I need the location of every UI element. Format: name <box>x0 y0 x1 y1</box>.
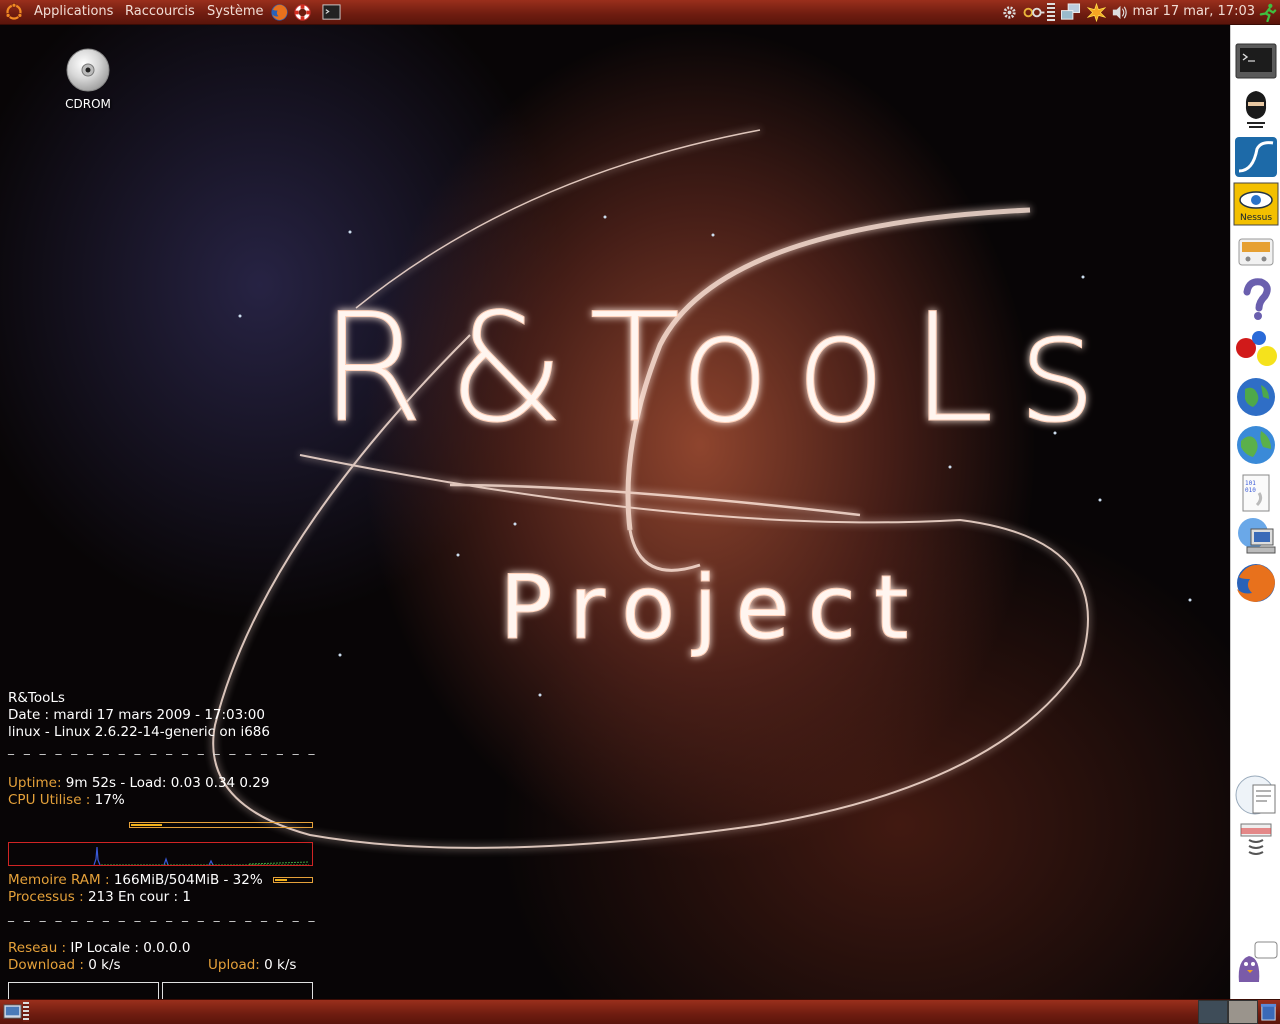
download-graph <box>8 982 159 999</box>
uptime-value: 9m 52s - Load: 0.03 0.34 0.29 <box>65 775 270 791</box>
globe-icon[interactable] <box>1233 423 1279 467</box>
running-man-icon[interactable] <box>1258 3 1277 22</box>
ram-bar <box>273 877 313 883</box>
volume-icon[interactable] <box>1110 3 1129 22</box>
conky-title: R&TooLs <box>8 690 65 706</box>
ubuntu-logo-icon[interactable] <box>5 3 23 21</box>
cd-icon[interactable] <box>62 47 114 93</box>
firefox-icon[interactable] <box>270 3 289 22</box>
ram-value: 166MiB/504MiB - 32% <box>113 872 263 888</box>
cpu-bar <box>129 822 313 828</box>
question-mark-icon[interactable] <box>1233 278 1279 322</box>
conky-network: Reseau : IP Locale : 0.0.0.0 <box>8 940 190 957</box>
conky-separator-2: _ _ _ _ _ _ _ _ _ _ _ _ _ _ _ _ _ _ _ _ <box>8 908 318 922</box>
upload-graph <box>162 982 313 999</box>
net-ip: IP Locale : 0.0.0.0 <box>70 940 191 956</box>
top-panel: Applications Raccourcis Système mar 17 m… <box>0 0 1280 25</box>
conky-separator: _ _ _ _ _ _ _ _ _ _ _ _ _ _ _ _ _ _ _ _ <box>8 741 318 755</box>
nessus-eye-icon[interactable]: Nessus <box>1233 182 1279 226</box>
terminal-icon[interactable] <box>322 3 341 22</box>
download-label: Download : <box>8 957 84 973</box>
conky-uptime: Uptime: 9m 52s - Load: 0.03 0.34 0.29 <box>8 775 269 792</box>
network-computer-icon[interactable] <box>1233 515 1279 559</box>
globe-network-icon[interactable] <box>1233 375 1279 419</box>
conky-date: Date : mardi 17 mars 2009 - 17:03:00 <box>8 707 265 723</box>
proc-label: Processus : <box>8 889 84 905</box>
ram-label: Memoire RAM : <box>8 872 110 888</box>
terminal-icon[interactable] <box>1233 40 1279 84</box>
trash-icon[interactable] <box>1259 1002 1278 1021</box>
binary-document-icon[interactable]: 101 010 <box>1233 471 1279 515</box>
svg-text:101: 101 <box>1245 480 1256 487</box>
conky-processes: Processus : 213 En cour : 1 <box>8 889 191 906</box>
printer-network-icon[interactable] <box>1233 820 1279 864</box>
network-monitor-icon[interactable] <box>1060 3 1082 22</box>
panel-handle[interactable] <box>23 1002 29 1022</box>
show-desktop-icon[interactable] <box>3 1002 22 1021</box>
help-lifebuoy-icon[interactable] <box>293 3 312 22</box>
colored-balls-icon[interactable] <box>1233 328 1279 372</box>
menu-applications[interactable]: Applications <box>34 4 113 19</box>
clock[interactable]: mar 17 mar, 17:03 <box>1133 4 1255 19</box>
right-dock-panel: Nessus 101 010 <box>1230 25 1280 999</box>
conky-download: Download : 0 k/s <box>8 957 121 974</box>
conky-kernel: linux - Linux 2.6.22-14-generic on i686 <box>8 724 270 740</box>
panel-separator-handle[interactable] <box>1047 3 1055 22</box>
menu-raccourcis[interactable]: Raccourcis <box>125 4 195 19</box>
update-notifier-icon[interactable] <box>1087 3 1106 22</box>
workspace-2[interactable] <box>1228 1000 1258 1024</box>
keys-icon[interactable] <box>1022 3 1046 22</box>
download-value: 0 k/s <box>88 957 121 973</box>
wallpaper-subtitle: Project <box>499 556 926 659</box>
pidgin-chat-icon[interactable] <box>1233 940 1279 984</box>
cpu-label: CPU Utilise : <box>8 792 91 808</box>
workspace-1[interactable] <box>1198 1000 1228 1024</box>
menu-systeme[interactable]: Système <box>207 4 263 19</box>
desktop[interactable]: R&TooLs Project CDROM R&TooLs Date : mar… <box>0 25 1230 999</box>
proc-value: 213 En cour : <box>87 889 179 905</box>
cpu-graph <box>8 842 313 866</box>
presentation-document-icon[interactable] <box>1233 773 1279 817</box>
cpu-bar-fill <box>131 824 162 826</box>
wallpaper-title: R&TooLs <box>320 282 1121 456</box>
cpu-value: 17% <box>94 792 125 808</box>
wireshark-fin-icon[interactable] <box>1233 135 1279 179</box>
bottom-panel <box>0 999 1280 1024</box>
conky-ram: Memoire RAM : 166MiB/504MiB - 32% <box>8 872 263 889</box>
router-device-icon[interactable] <box>1233 231 1279 275</box>
firefox-icon[interactable] <box>1233 561 1279 605</box>
nessus-label: Nessus <box>1240 213 1272 223</box>
conky-upload: Upload: 0 k/s <box>208 957 296 974</box>
conky-cpu: CPU Utilise : 17% <box>8 792 125 809</box>
proc-running: 1 <box>182 889 191 905</box>
net-label: Reseau : <box>8 940 67 956</box>
desktop-icon-label-cdrom[interactable]: CDROM <box>48 97 128 111</box>
upload-label: Upload: <box>208 957 260 973</box>
uptime-label: Uptime: <box>8 775 62 791</box>
ninja-icon[interactable] <box>1233 87 1279 131</box>
svg-text:010: 010 <box>1245 487 1256 494</box>
upload-value: 0 k/s <box>264 957 297 973</box>
ram-bar-fill <box>275 879 287 881</box>
network-gear-icon[interactable] <box>1000 3 1019 22</box>
